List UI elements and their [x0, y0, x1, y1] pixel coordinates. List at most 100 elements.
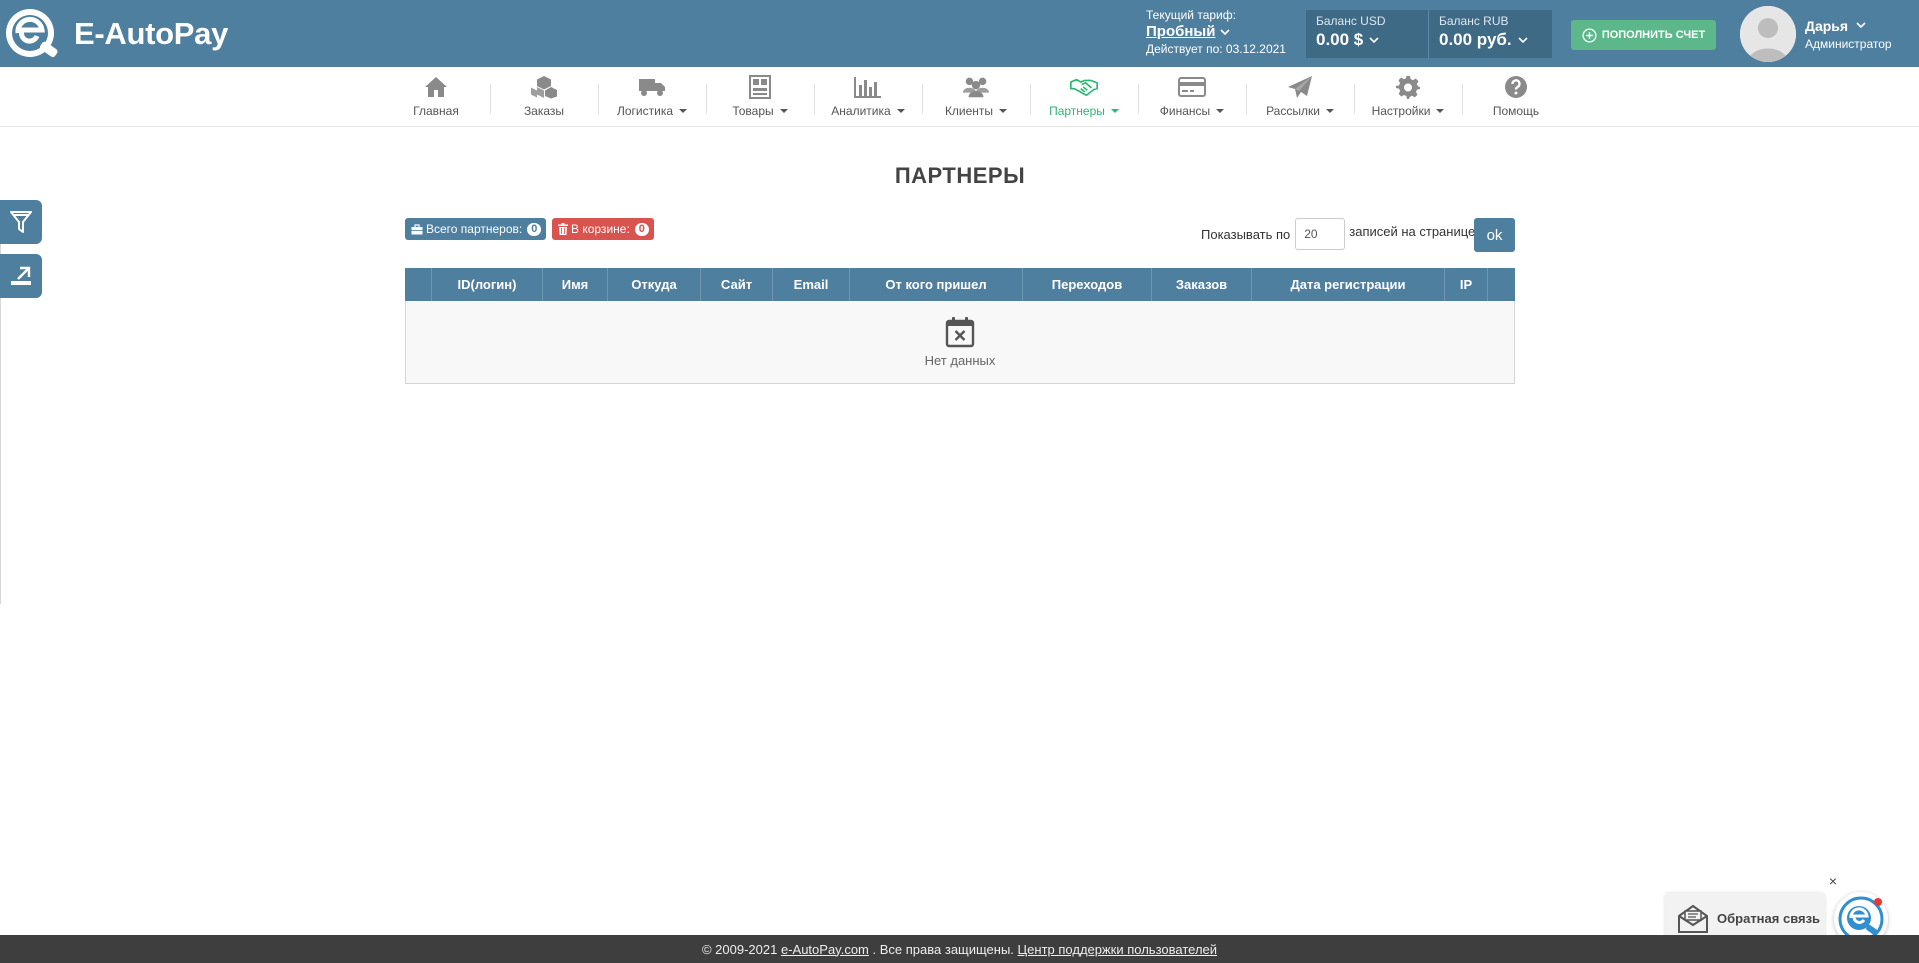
brand-logo[interactable]: E-AutoPay: [4, 6, 228, 62]
feedback-label: Обратная связь: [1717, 911, 1821, 926]
calendar-x-icon: [945, 317, 975, 348]
balance-panel: Баланс USD 0.00 $ Баланс RUB 0.00 руб.: [1306, 10, 1552, 58]
column-header-actions: [1488, 268, 1515, 301]
user-name: Дарья: [1805, 17, 1849, 34]
nav-item-label: Клиенты: [944, 104, 994, 118]
column-header-name[interactable]: Имя: [543, 268, 608, 301]
nav-item-logistics[interactable]: Логистика: [598, 67, 706, 125]
column-header-referrer[interactable]: От кого пришел: [850, 268, 1023, 301]
per-page-control: Показывать по записей на странице: [1201, 218, 1475, 250]
home-icon: [425, 77, 447, 97]
balance-usd-label: Баланс USD: [1316, 14, 1386, 28]
nav-item-settings[interactable]: Настройки: [1354, 67, 1462, 125]
nav-item-clients[interactable]: Клиенты: [922, 67, 1030, 125]
footer-rights: . Все права защищены.: [872, 941, 1014, 957]
chevron-down-icon: [1856, 22, 1866, 29]
column-header-ip[interactable]: IP: [1445, 268, 1488, 301]
nav-item-orders[interactable]: Заказы: [490, 67, 598, 125]
nav-item-label: Логистика: [616, 104, 673, 118]
tariff-block: Текущий тариф: Пробный Действует по: 03.…: [1146, 7, 1286, 57]
per-page-input[interactable]: [1295, 218, 1346, 250]
paper-plane-icon: [1288, 76, 1312, 98]
empty-state-text: Нет данных: [924, 353, 996, 368]
table-header: ID(логин) Имя Откуда Сайт Email От кого …: [405, 268, 1515, 301]
briefcase-icon: [411, 223, 423, 234]
footer-support-link[interactable]: Центр поддержки пользователей: [1018, 942, 1217, 957]
trash-badge[interactable]: В корзине: 0: [552, 218, 654, 240]
user-avatar-icon: [1740, 6, 1796, 62]
nav-item-label: Заказы: [523, 104, 565, 118]
trash-icon: [558, 223, 568, 235]
main-nav: Главная Заказы Логистика Товары Аналитик…: [0, 67, 1919, 127]
chevron-down-icon: [1518, 36, 1528, 43]
nav-item-mailings[interactable]: Рассылки: [1246, 67, 1354, 125]
filter-toggle-button[interactable]: [0, 200, 42, 244]
trash-count: 0: [634, 222, 649, 236]
export-icon: [11, 266, 31, 285]
caret-down-icon: [1325, 109, 1334, 113]
per-page-ok-button[interactable]: ok: [1474, 218, 1515, 252]
topup-button[interactable]: ПОПОЛНИТЬ СЧЕТ: [1571, 20, 1716, 50]
caret-down-icon: [1436, 109, 1445, 113]
chevron-down-icon: [1369, 36, 1379, 43]
tariff-label: Текущий тариф:: [1146, 8, 1236, 22]
brand-name: E-AutoPay: [74, 16, 229, 51]
nav-item-label: Аналитика: [831, 104, 891, 118]
feedback-close-button[interactable]: ×: [1826, 874, 1840, 888]
nav-item-help[interactable]: Помощь: [1462, 67, 1570, 125]
balance-rub-value: 0.00 руб.: [1439, 30, 1512, 49]
gear-icon: [1396, 76, 1420, 99]
caret-down-icon: [1110, 109, 1119, 113]
column-header-email[interactable]: Email: [773, 268, 850, 301]
column-header-site[interactable]: Сайт: [701, 268, 773, 301]
nav-item-products[interactable]: Товары: [706, 67, 814, 125]
column-header-clicks[interactable]: Переходов: [1023, 268, 1152, 301]
balance-usd[interactable]: Баланс USD 0.00 $: [1306, 10, 1428, 58]
footer-copyright: © 2009-2021: [701, 941, 778, 957]
user-menu[interactable]: Дарья Администратор: [1740, 6, 1892, 62]
bar-chart-icon: [854, 77, 881, 98]
grid-icon: [749, 75, 771, 99]
caret-down-icon: [1216, 109, 1225, 113]
nav-item-label: Настройки: [1371, 104, 1431, 118]
nav-item-label: Финансы: [1159, 104, 1211, 118]
nav-item-partners[interactable]: Партнеры: [1030, 67, 1138, 125]
caret-down-icon: [999, 109, 1008, 113]
question-circle-icon: [1505, 76, 1527, 98]
column-header-id[interactable]: ID(логин): [432, 268, 543, 301]
nav-item-home[interactable]: Главная: [382, 67, 490, 125]
balance-rub[interactable]: Баланс RUB 0.00 руб.: [1428, 10, 1550, 58]
total-partners-badge[interactable]: Всего партнеров: 0: [405, 218, 547, 240]
column-header-source[interactable]: Откуда: [608, 268, 701, 301]
nav-item-label: Главная: [413, 104, 459, 118]
tariff-plan-link[interactable]: Пробный: [1146, 23, 1231, 40]
footer-site-link[interactable]: e-AutoPay.com: [781, 942, 869, 957]
per-page-suffix: записей на странице: [1349, 223, 1476, 239]
column-header-registration-date[interactable]: Дата регистрации: [1252, 268, 1445, 301]
truck-icon: [639, 79, 665, 96]
nav-item-analytics[interactable]: Аналитика: [814, 67, 922, 125]
tariff-plan-name: Пробный: [1146, 23, 1216, 40]
balance-rub-label: Баланс RUB: [1439, 14, 1509, 28]
balance-usd-value: 0.00 $: [1316, 30, 1364, 49]
nav-item-label: Товары: [732, 104, 774, 118]
caret-down-icon: [779, 109, 788, 113]
page-title: ПАРТНЕРЫ: [894, 163, 1026, 188]
credit-card-icon: [1178, 77, 1206, 97]
trash-label: В корзине:: [571, 222, 630, 236]
user-role: Администратор: [1805, 36, 1892, 51]
handshake-icon: [1070, 78, 1098, 97]
caret-down-icon: [679, 109, 687, 113]
column-header-select[interactable]: [405, 268, 432, 301]
nav-item-finance[interactable]: Финансы: [1138, 67, 1246, 125]
envelope-icon: [1678, 904, 1708, 933]
column-header-orders[interactable]: Заказов: [1152, 268, 1252, 301]
tariff-valid-until: Действует по: 03.12.2021: [1146, 42, 1286, 56]
partners-table: ID(логин) Имя Откуда Сайт Email От кого …: [405, 268, 1515, 384]
logo-icon: [6, 9, 58, 58]
nav-item-label: Партнеры: [1049, 104, 1105, 118]
export-toggle-button[interactable]: [0, 254, 42, 298]
plus-circle-icon: [1582, 27, 1597, 43]
empty-state: Нет данных: [405, 301, 1515, 384]
total-partners-label: Всего партнеров:: [426, 222, 523, 236]
